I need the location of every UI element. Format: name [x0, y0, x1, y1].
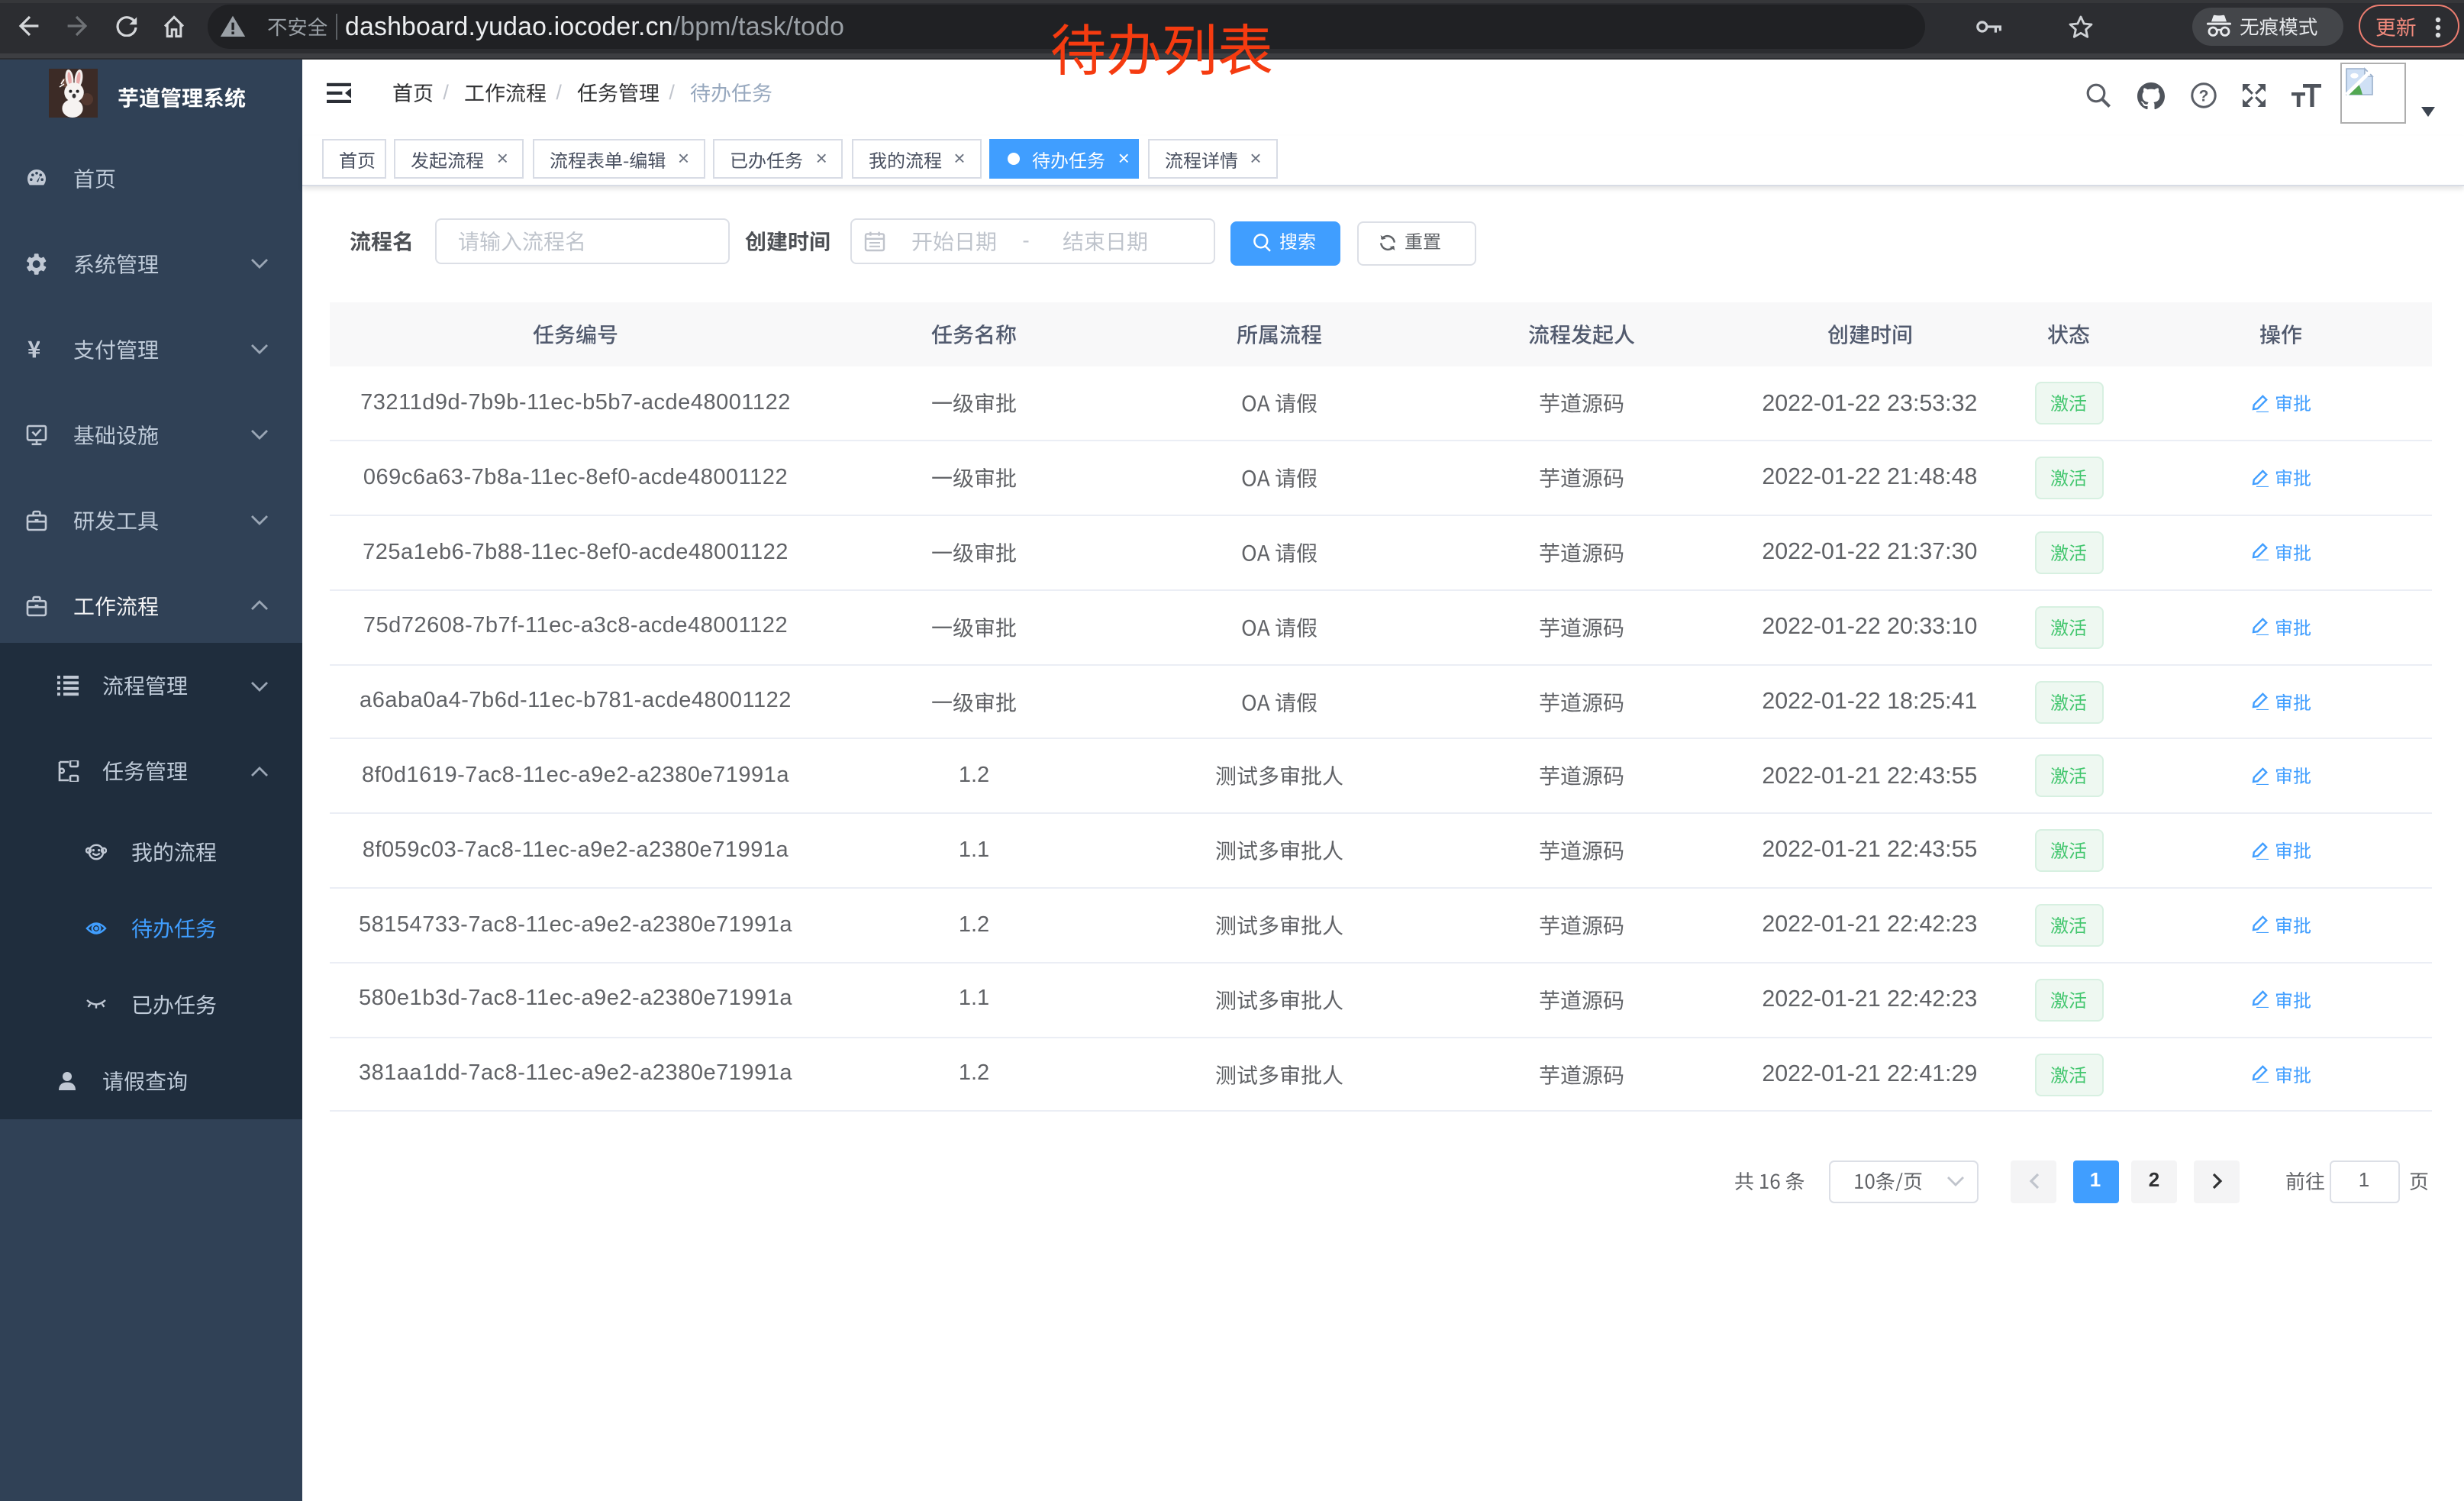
- svg-text:?: ?: [2199, 87, 2209, 105]
